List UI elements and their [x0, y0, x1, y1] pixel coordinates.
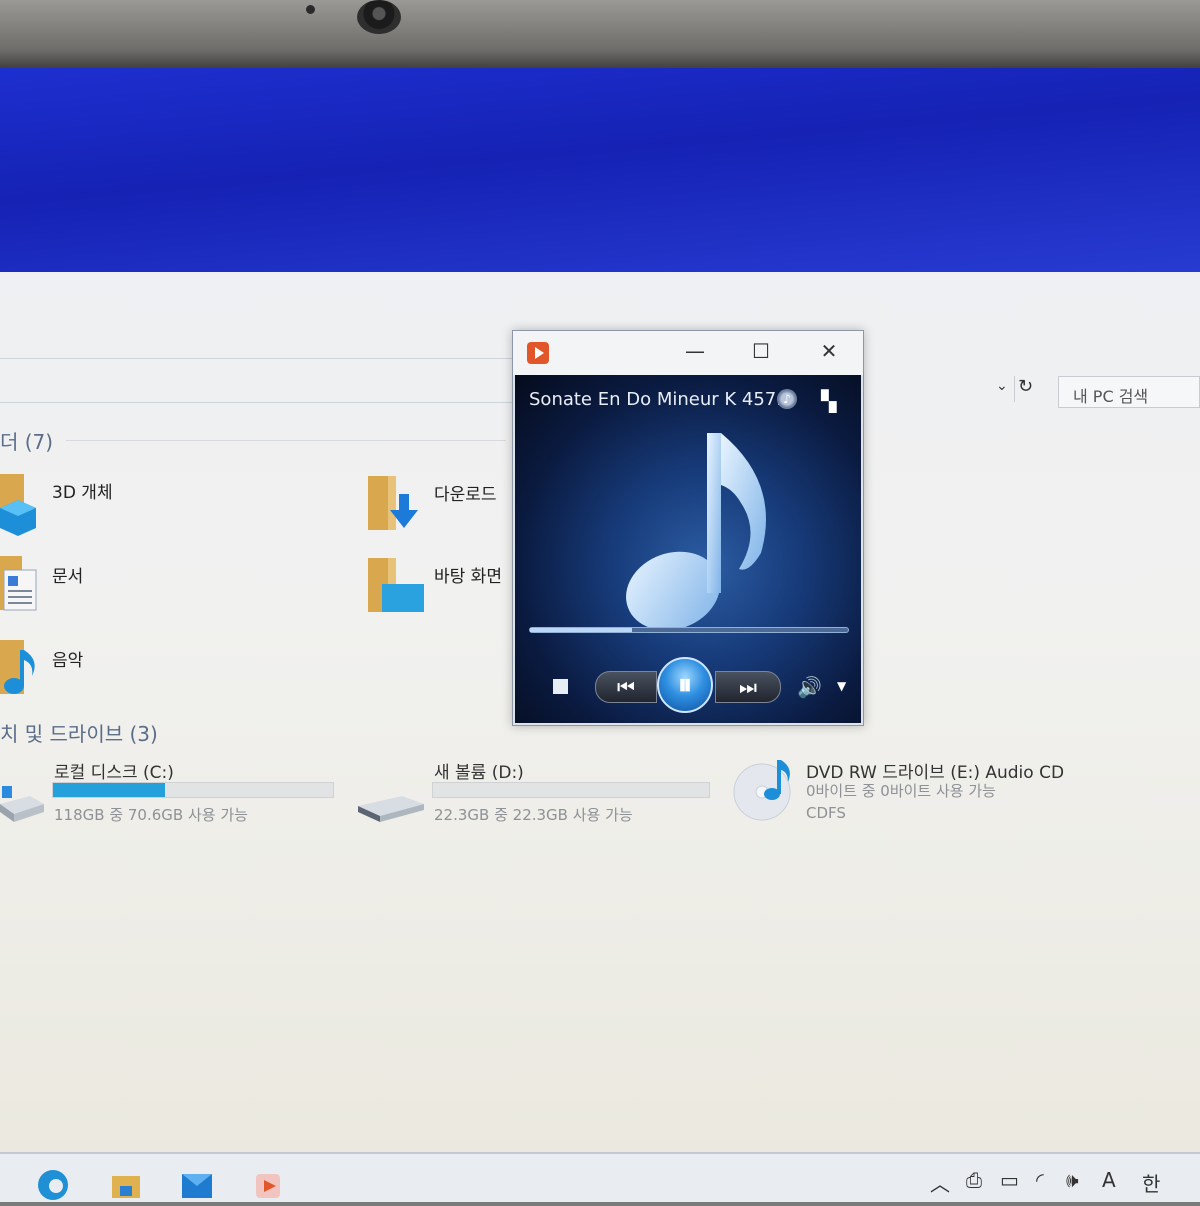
edge-browser-icon[interactable] [36, 1168, 70, 1202]
album-info-icon[interactable]: ♪ [777, 389, 797, 409]
search-placeholder: 내 PC 검색 [1073, 387, 1149, 406]
local-disk-icon[interactable] [0, 782, 44, 824]
music-folder-icon[interactable] [0, 640, 40, 698]
seek-bar[interactable] [529, 627, 849, 633]
media-player-window: — ☐ ✕ Sonate En Do Mineur K 457... ♪ ▚ ⏮… [512, 330, 864, 726]
desktop-folder-icon[interactable] [366, 558, 426, 616]
show-hidden-icons-button[interactable]: ︿ [930, 1168, 950, 1197]
folders-section-heading[interactable]: 더 (7) [0, 426, 53, 455]
folder-label-documents[interactable]: 문서 [52, 562, 83, 587]
dvd-audio-cd-icon[interactable] [732, 756, 796, 822]
meet-now-icon[interactable]: ⎙ [966, 1168, 982, 1192]
documents-folder-icon[interactable] [0, 556, 40, 614]
drive-info-c: 118GB 중 70.6GB 사용 가능 [54, 806, 248, 824]
webcam [357, 0, 401, 34]
media-player-app-icon [527, 342, 549, 364]
folder-label-3d-objects[interactable]: 3D 개체 [52, 478, 113, 503]
drive-usage-fill-c [53, 783, 165, 797]
volume-drive-icon[interactable] [358, 794, 424, 824]
drive-usage-bar-d [432, 782, 710, 798]
desktop-wallpaper [0, 68, 1200, 298]
next-button[interactable]: ⏭ [715, 671, 781, 703]
downloads-folder-icon[interactable] [366, 476, 426, 534]
drive-usage-bar-c [52, 782, 334, 798]
speaker-icon[interactable]: 🕪 [1066, 1168, 1079, 1192]
drive-info-d: 22.3GB 중 22.3GB 사용 가능 [434, 806, 633, 824]
ribbon-divider [0, 358, 520, 359]
volume-icon[interactable]: 🔊 [797, 675, 822, 699]
drive-filesystem-e: CDFS [806, 804, 846, 822]
section-divider [66, 440, 506, 441]
seek-progress [530, 628, 632, 632]
drive-name-c[interactable]: 로컬 디스크 (C:) [54, 758, 174, 783]
file-explorer-icon[interactable] [110, 1168, 144, 1202]
battery-icon[interactable]: ▭ [1000, 1168, 1019, 1192]
taskbar: ︿ ⎙ ▭ ◜ 🕪 A 한 [0, 1152, 1200, 1202]
ime-language-indicator[interactable]: 한 [1142, 1168, 1160, 1197]
address-history-dropdown-icon[interactable]: ⌄ [996, 378, 1008, 394]
laptop-bezel [0, 0, 1200, 70]
ime-mode-indicator[interactable]: A [1102, 1168, 1116, 1192]
now-playing-visualization: Sonate En Do Mineur K 457... ♪ ▚ ⏮ ⏸ ⏭ 🔊… [515, 375, 861, 723]
previous-button[interactable]: ⏮ [595, 671, 657, 703]
search-input[interactable]: 내 PC 검색 [1058, 376, 1200, 408]
switch-to-library-icon[interactable]: ▚ [821, 389, 836, 413]
player-titlebar[interactable]: — ☐ ✕ [513, 331, 863, 375]
drives-section-heading[interactable]: 치 및 드라이브 (3) [0, 718, 158, 747]
address-bar-border [0, 402, 520, 403]
mail-icon[interactable] [180, 1168, 214, 1202]
3d-objects-icon[interactable] [0, 472, 40, 536]
minimize-button[interactable]: — [675, 339, 715, 363]
refresh-icon[interactable]: ↻ [1018, 376, 1033, 397]
camera-indicator-light [306, 5, 315, 14]
wifi-icon[interactable]: ◜ [1036, 1168, 1044, 1192]
folder-label-music[interactable]: 음악 [52, 646, 83, 671]
media-player-taskbar-icon[interactable] [252, 1168, 286, 1202]
drive-info-e: 0바이트 중 0바이트 사용 가능 [806, 782, 996, 800]
maximize-button[interactable]: ☐ [741, 339, 781, 363]
now-playing-title: Sonate En Do Mineur K 457... [529, 389, 794, 410]
volume-dropdown-icon[interactable]: ▼ [837, 679, 846, 693]
music-note-graphic [626, 433, 766, 631]
stop-button[interactable] [553, 679, 568, 694]
drive-name-d[interactable]: 새 볼륨 (D:) [434, 758, 524, 783]
close-button[interactable]: ✕ [809, 339, 849, 363]
folder-label-downloads[interactable]: 다운로드 [434, 480, 497, 505]
folder-label-desktop[interactable]: 바탕 화면 [434, 562, 502, 587]
address-separator [1014, 376, 1015, 402]
pause-button[interactable]: ⏸ [657, 657, 713, 713]
